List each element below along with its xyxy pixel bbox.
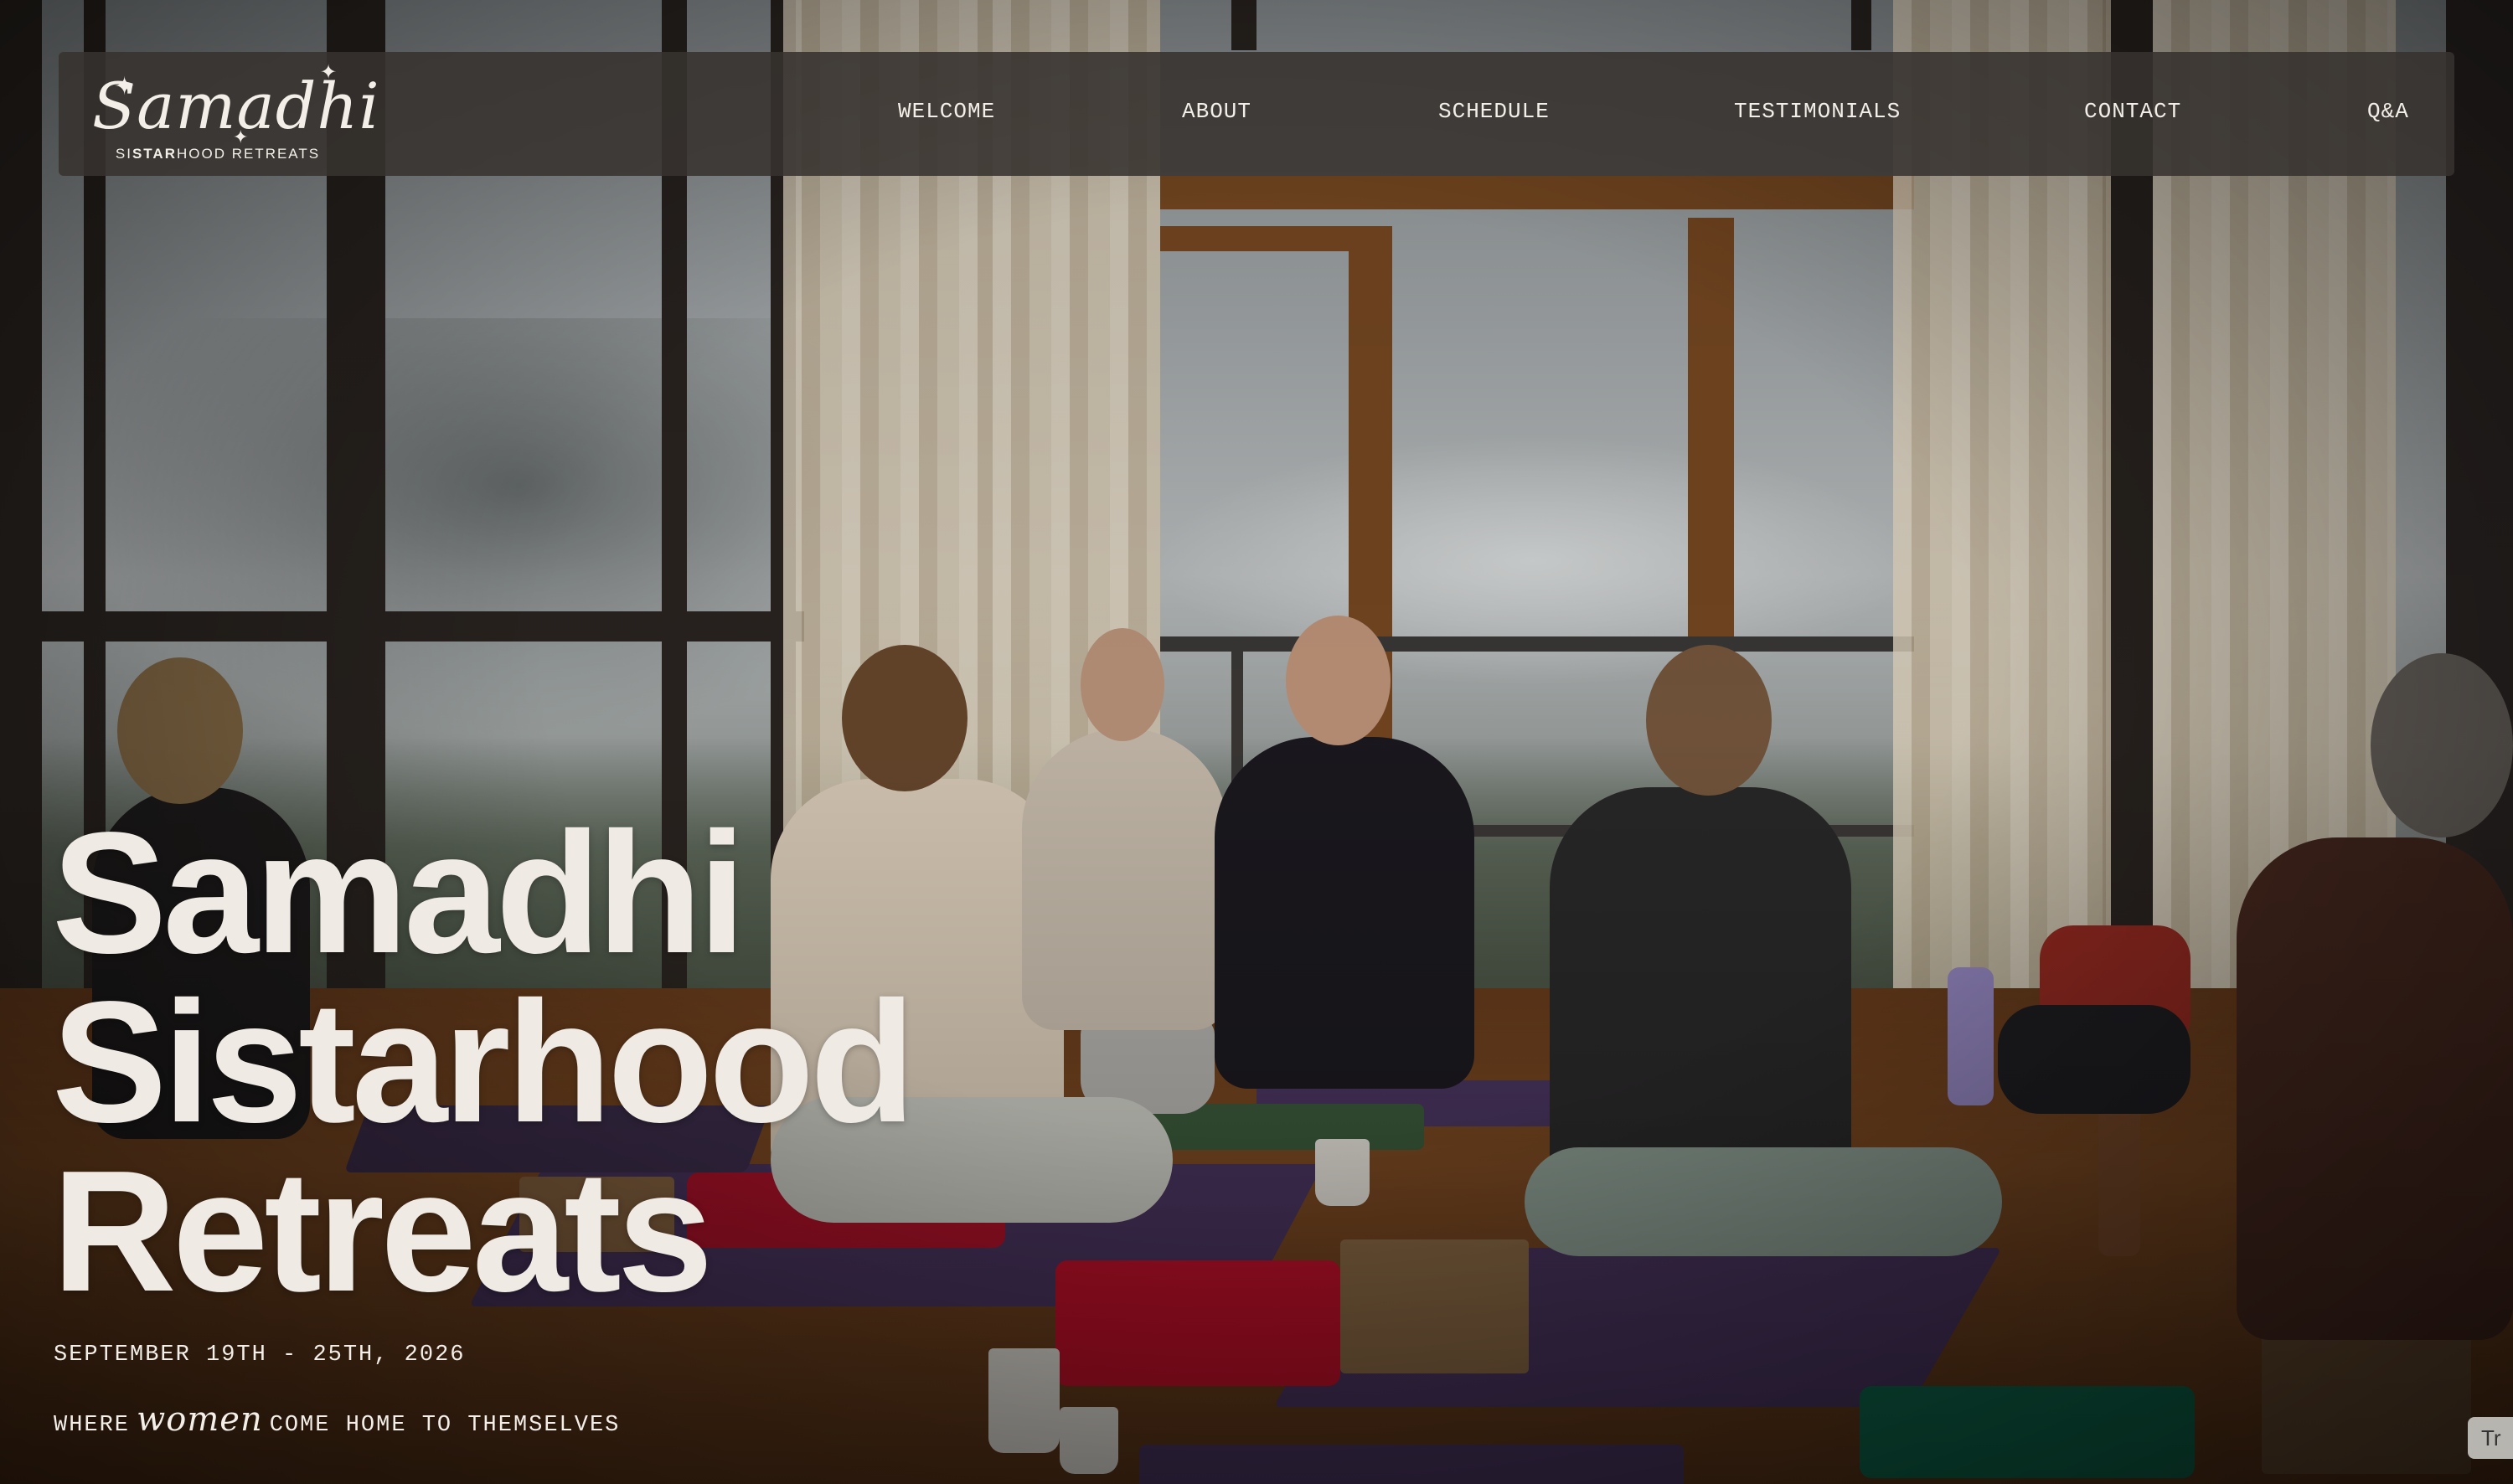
nav-welcome[interactable]: WELCOME — [898, 99, 995, 124]
hero-title-line: Retreats — [52, 1135, 713, 1327]
hero-title-line: Sistarhood — [52, 966, 916, 1158]
nav-links: WELCOME ABOUT SCHEDULE TESTIMONIALS CONT… — [59, 52, 2454, 176]
nav-about[interactable]: ABOUT — [1182, 99, 1251, 124]
retreat-dates: SEPTEMBER 19TH - 25TH, 2026 — [54, 1342, 466, 1368]
nav-testimonials[interactable]: TESTIMONIALS — [1734, 99, 1901, 124]
nav-contact[interactable]: CONTACT — [2084, 99, 2181, 124]
hero-tagline: WHERE women COME HOME TO THEMSELVES — [54, 1400, 621, 1439]
hero-title-line: Samadhi — [52, 796, 746, 989]
nav-qa[interactable]: Q&A — [2367, 99, 2409, 124]
translate-tab-button[interactable]: Tr — [2468, 1417, 2513, 1459]
tagline-script-word: women — [137, 1400, 263, 1439]
nav-schedule[interactable]: SCHEDULE — [1438, 99, 1550, 124]
hero-title: Samadhi Sistarhood Retreats — [52, 796, 916, 1327]
top-navigation-bar: ✦ ✦ ✦ Samadhi SISTARHOOD RETREATS WELCOM… — [59, 52, 2454, 176]
